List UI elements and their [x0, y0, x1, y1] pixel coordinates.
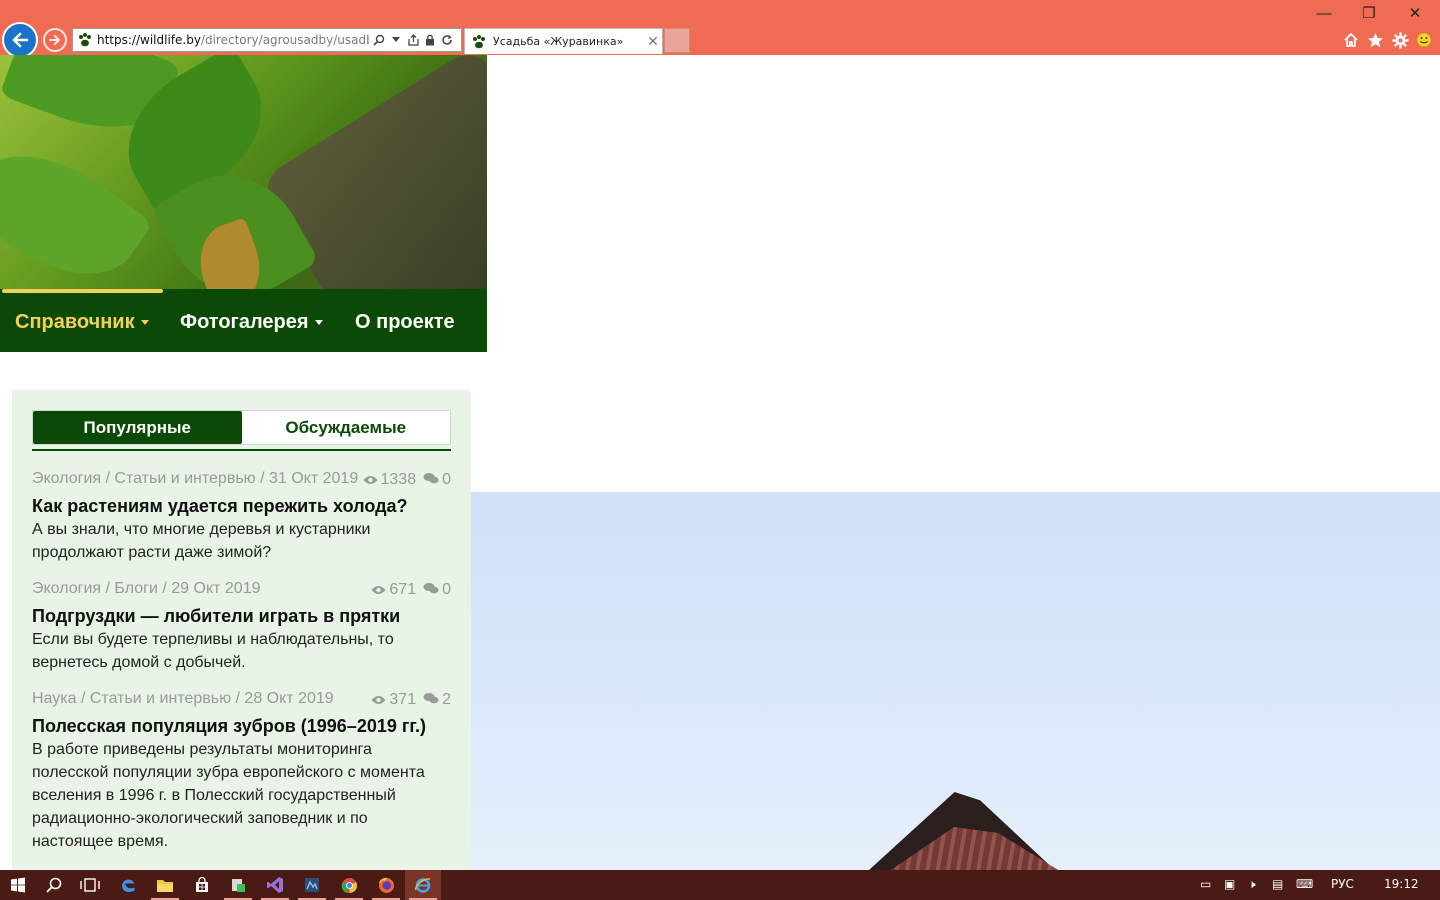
comments-icon: [423, 692, 439, 708]
taskbar: ▭ ▣ 🕨 ▤ ⌨ РУС 19:12: [0, 870, 1440, 900]
comments-count: 0: [442, 581, 451, 598]
article-title[interactable]: Как растениям удается пережить холода?: [32, 495, 451, 517]
nav-item-directory[interactable]: Справочник: [15, 311, 149, 334]
keyboard-icon[interactable]: ⌨: [1296, 877, 1313, 891]
chrome-icon[interactable]: [331, 870, 367, 900]
article-meta: Экология / Блоги / 29 Окт 2019: [32, 580, 261, 597]
restore-button[interactable]: ❐: [1349, 4, 1389, 24]
network-icon[interactable]: ▣: [1224, 877, 1235, 891]
nav-item-label: О проекте: [355, 311, 455, 333]
eye-icon: [363, 473, 378, 488]
article-meta: Экология / Статьи и интервью / 31 Окт 20…: [32, 470, 359, 487]
tab-title: Усадьба «Журавинка»: [493, 35, 624, 48]
task-view-icon[interactable]: [72, 870, 108, 900]
comments-icon: [423, 472, 439, 488]
visual-studio-icon[interactable]: [257, 870, 293, 900]
comments-icon: [423, 582, 439, 598]
battery-icon[interactable]: ▭: [1200, 877, 1211, 891]
eye-icon: [371, 693, 386, 708]
back-arrow-icon: [12, 32, 29, 48]
minimize-button[interactable]: —: [1304, 4, 1344, 24]
background-photo: [471, 492, 1440, 870]
views-count: 671: [389, 581, 417, 598]
search-icon[interactable]: [372, 32, 386, 48]
search-icon[interactable]: [36, 870, 72, 900]
volume-icon[interactable]: 🕨: [1248, 877, 1256, 892]
tab-discussed[interactable]: Обсуждаемые: [242, 411, 451, 444]
article-item[interactable]: Наука / Статьи и интервью / 28 Окт 2019 …: [32, 690, 451, 853]
close-window-button[interactable]: ✕: [1395, 4, 1435, 24]
new-tab-button[interactable]: [664, 28, 690, 53]
views-count: 1338: [380, 471, 417, 488]
back-button[interactable]: [2, 22, 38, 58]
dropdown-icon[interactable]: [389, 32, 403, 48]
browser-tab[interactable]: Усадьба «Журавинка» ✕: [464, 28, 663, 54]
main-navigation: Справочник Фотогалерея О проекте: [0, 289, 487, 352]
url-text[interactable]: https://wildlife.by/directory/agrousadby…: [97, 33, 369, 47]
article-title[interactable]: Подгруздки — любители играть в прятки: [32, 605, 451, 627]
app-icon[interactable]: [220, 870, 256, 900]
nav-item-label: Фотогалерея: [180, 311, 309, 333]
article-meta: Наука / Статьи и интервью / 28 Окт 2019: [32, 690, 334, 707]
store-icon[interactable]: [184, 870, 220, 900]
paw-icon: [79, 33, 91, 47]
nav-item-about[interactable]: О проекте: [355, 311, 455, 334]
article-excerpt: Если вы будете терпеливы и наблюдательны…: [32, 631, 394, 671]
active-nav-indicator: [2, 289, 163, 293]
clock[interactable]: 19:12: [1384, 877, 1419, 891]
star-icon[interactable]: [1364, 29, 1386, 51]
browser-chrome: https://wildlife.by/directory/agrousadby…: [0, 0, 1440, 58]
bookmark-icon[interactable]: [406, 32, 420, 48]
url-host: https://wildlife.by: [97, 33, 201, 47]
nav-item-photogallery[interactable]: Фотогалерея: [180, 311, 323, 334]
refresh-icon[interactable]: [440, 32, 454, 48]
article-excerpt: А вы знали, что многие деревья и кустарн…: [32, 521, 371, 561]
comments-count: 2: [442, 691, 451, 708]
chevron-down-icon: [314, 320, 323, 326]
language-indicator[interactable]: РУС: [1331, 877, 1354, 891]
tab-popular[interactable]: Популярные: [33, 411, 242, 444]
eye-icon: [371, 583, 386, 598]
edge-icon[interactable]: [110, 870, 146, 900]
comments-count: 0: [442, 471, 451, 488]
tabs-underline: [32, 449, 451, 451]
lock-icon[interactable]: [423, 32, 437, 48]
article-item[interactable]: Экология / Статьи и интервью / 31 Окт 20…: [32, 470, 451, 564]
article-excerpt: В работе приведены результаты мониторинг…: [32, 741, 425, 850]
app-icon[interactable]: [294, 870, 330, 900]
article-item[interactable]: Экология / Блоги / 29 Окт 2019 671 0 Под…: [32, 580, 451, 674]
smiley-icon[interactable]: [1413, 29, 1435, 51]
web-page: Справочник Фотогалерея О проекте Популяр…: [0, 55, 1440, 870]
windows-start-icon[interactable]: [0, 870, 36, 900]
paw-icon: [473, 34, 485, 48]
firefox-icon[interactable]: [368, 870, 404, 900]
file-explorer-icon[interactable]: [147, 870, 183, 900]
widget-tabs: Популярные Обсуждаемые: [32, 410, 451, 445]
forward-arrow-icon: [49, 35, 60, 45]
chevron-down-icon: [140, 320, 149, 326]
views-count: 371: [389, 691, 417, 708]
articles-widget: Популярные Обсуждаемые Экология / Статьи…: [12, 390, 471, 870]
notifications-icon[interactable]: ▤: [1272, 877, 1283, 891]
close-icon[interactable]: ✕: [644, 33, 662, 50]
nav-item-label: Справочник: [15, 311, 135, 333]
address-bar[interactable]: https://wildlife.by/directory/agrousadby…: [72, 28, 462, 52]
internet-explorer-icon[interactable]: [405, 870, 441, 900]
article-title[interactable]: Полесская популяция зубров (1996–2019 гг…: [32, 715, 451, 737]
home-icon[interactable]: [1340, 29, 1362, 51]
forward-button[interactable]: [43, 28, 67, 52]
url-path: /directory/agrousadby/usadba-zh: [200, 33, 369, 47]
header-photo: [0, 55, 487, 289]
gear-icon[interactable]: [1389, 29, 1411, 51]
